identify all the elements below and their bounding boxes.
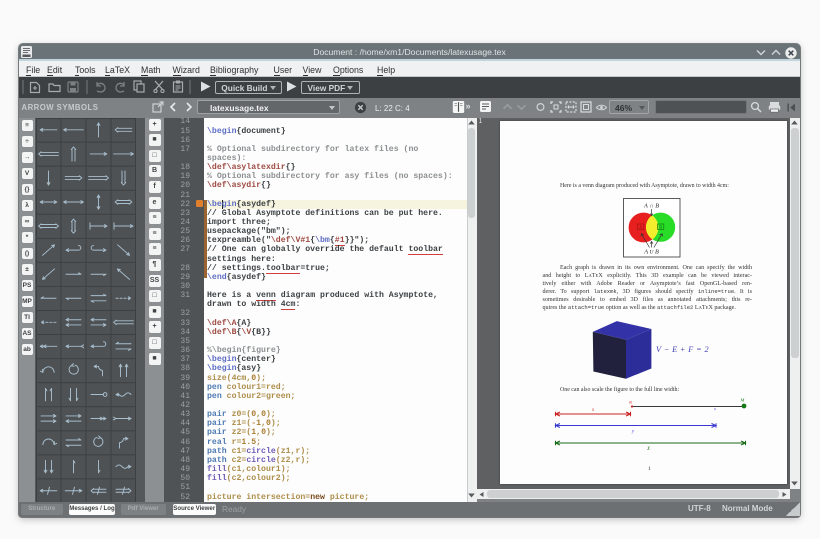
svg-text:m: m xyxy=(629,400,633,405)
svg-text:y: y xyxy=(631,430,635,435)
svg-text:X: X xyxy=(646,447,651,452)
svg-text:M: M xyxy=(740,398,746,403)
svg-text:A ∩ B: A ∩ B xyxy=(643,203,659,210)
svg-text:x: x xyxy=(591,408,595,413)
svg-text:B: B xyxy=(659,225,662,230)
svg-text:x: x xyxy=(713,406,716,411)
svg-text:A U B: A U B xyxy=(643,249,659,256)
svg-text:A: A xyxy=(639,225,642,230)
